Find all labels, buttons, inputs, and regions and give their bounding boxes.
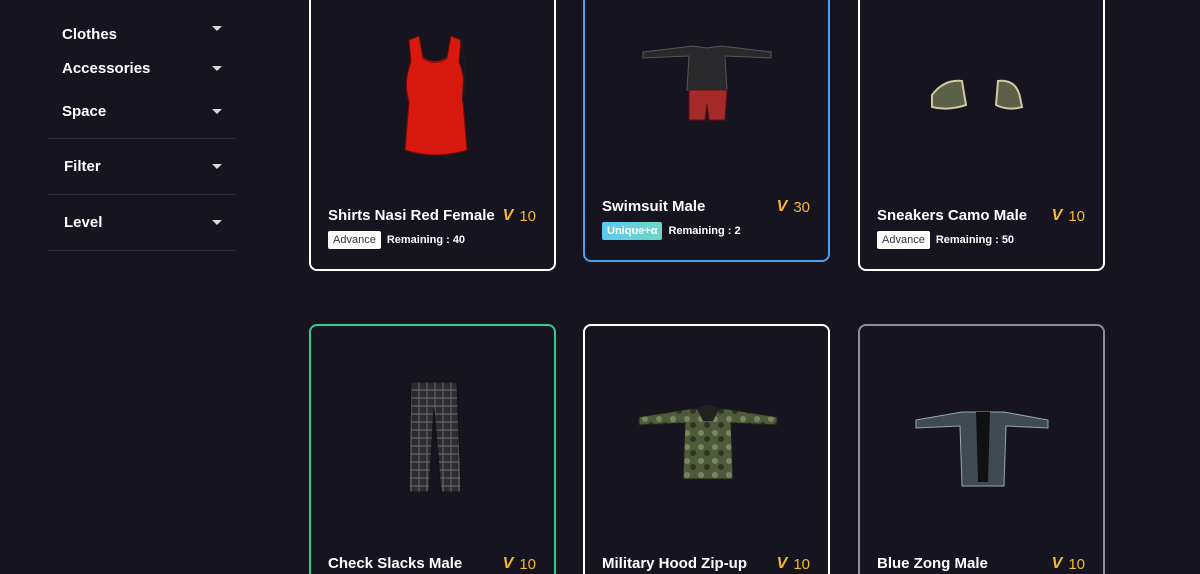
product-name: Military Hood Zip-up bbox=[602, 555, 747, 572]
divider bbox=[48, 250, 236, 251]
slacks-image bbox=[408, 381, 462, 493]
product-meta: Unique+α Remaining : 2 bbox=[602, 222, 741, 240]
hood-zipup-image bbox=[638, 405, 778, 480]
sneakers-image bbox=[931, 79, 1024, 110]
price-value: 10 bbox=[1068, 207, 1085, 225]
coin-icon: V bbox=[1051, 207, 1063, 224]
chevron-down-icon bbox=[212, 109, 222, 114]
chevron-down-icon bbox=[212, 220, 222, 225]
coin-icon: V bbox=[776, 198, 788, 215]
category-space[interactable]: Space bbox=[48, 90, 236, 133]
coin-icon: V bbox=[502, 207, 514, 224]
swimsuit-image bbox=[642, 45, 772, 121]
coin-icon: V bbox=[502, 555, 514, 572]
category-clothes[interactable]: Clothes bbox=[48, 13, 236, 47]
grade-badge: Advance bbox=[328, 231, 381, 249]
remaining-count: Remaining : 50 bbox=[935, 234, 1015, 246]
price: V 10 bbox=[777, 555, 810, 573]
price: V 30 bbox=[777, 198, 810, 216]
filter-label: Filter bbox=[64, 158, 101, 175]
product-card[interactable]: Check Slacks Male V 10 bbox=[309, 324, 556, 574]
product-name: Blue Zong Male bbox=[877, 555, 988, 572]
chevron-down-icon bbox=[212, 26, 222, 31]
category-accessories[interactable]: Accessories bbox=[48, 47, 236, 90]
product-card[interactable]: Blue Zong Male V 10 bbox=[858, 324, 1105, 574]
remaining-count: Remaining : 2 bbox=[668, 225, 741, 237]
product-meta: Advance Remaining : 50 bbox=[877, 231, 1014, 249]
product-card[interactable]: Sneakers Camo Male V 10 Advance Remainin… bbox=[858, 0, 1105, 271]
category-label: Clothes bbox=[62, 26, 118, 43]
price: V 10 bbox=[1052, 555, 1085, 573]
product-card[interactable]: Shirts Nasi Red Female V 10 Advance Rema… bbox=[309, 0, 556, 271]
product-name: Swimsuit Male bbox=[602, 198, 706, 215]
level-section[interactable]: Level bbox=[48, 195, 236, 250]
sidebar: Clothes Accessories Space Filter Level bbox=[48, 0, 236, 251]
grade-badge: Unique+α bbox=[602, 222, 663, 240]
tank-top-image bbox=[404, 35, 468, 156]
price: V 10 bbox=[503, 207, 536, 225]
coin-icon: V bbox=[776, 555, 788, 572]
product-name: Sneakers Camo Male bbox=[877, 207, 1028, 224]
price-value: 30 bbox=[793, 198, 810, 216]
jacket-image bbox=[915, 411, 1049, 487]
price-value: 10 bbox=[793, 555, 810, 573]
level-label: Level bbox=[64, 214, 103, 231]
product-name: Shirts Nasi Red Female bbox=[328, 207, 495, 224]
filter-section[interactable]: Filter bbox=[48, 139, 236, 194]
price-value: 10 bbox=[1068, 555, 1085, 573]
product-card[interactable]: Military Hood Zip-up V 10 bbox=[583, 324, 830, 574]
category-label: Space bbox=[62, 103, 107, 120]
product-meta: Advance Remaining : 40 bbox=[328, 231, 465, 249]
product-name: Check Slacks Male bbox=[328, 555, 463, 572]
price-value: 10 bbox=[519, 207, 536, 225]
price-value: 10 bbox=[519, 555, 536, 573]
grade-badge: Advance bbox=[877, 231, 930, 249]
chevron-down-icon bbox=[212, 164, 222, 169]
price: V 10 bbox=[503, 555, 536, 573]
chevron-down-icon bbox=[212, 66, 222, 71]
price: V 10 bbox=[1052, 207, 1085, 225]
remaining-count: Remaining : 40 bbox=[386, 234, 466, 246]
coin-icon: V bbox=[1051, 555, 1063, 572]
category-label: Accessories bbox=[62, 60, 151, 77]
product-card[interactable]: Swimsuit Male V 30 Unique+α Remaining : … bbox=[583, 0, 830, 262]
